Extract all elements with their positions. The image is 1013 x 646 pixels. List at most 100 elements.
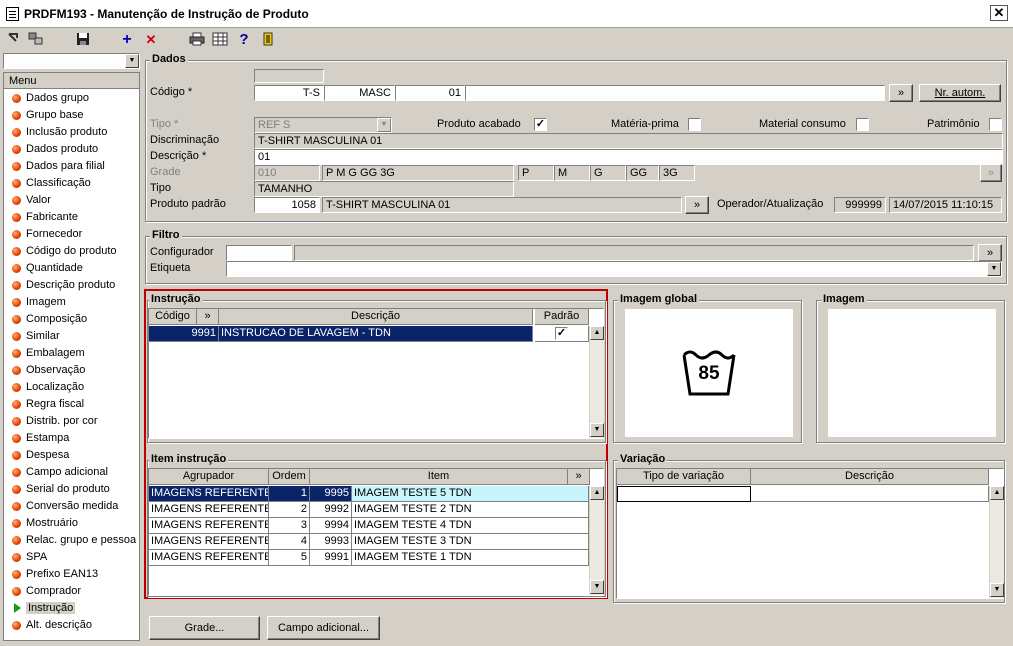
sidebar-item[interactable]: Comprador xyxy=(4,583,139,600)
sidebar-item[interactable]: Inclusão produto xyxy=(4,124,139,141)
instrucao-cell-padrao[interactable]: ✓ xyxy=(535,326,589,342)
grade-button[interactable]: Grade... xyxy=(149,616,260,640)
item-cell-item[interactable]: IMAGEM TESTE 3 TDN xyxy=(352,534,589,550)
scroll-up-icon[interactable]: ▲ xyxy=(590,486,604,500)
scroll-up-icon[interactable]: ▲ xyxy=(990,486,1004,500)
codigo-extra[interactable] xyxy=(465,85,885,101)
windows-icon[interactable] xyxy=(27,32,45,48)
item-cell-item[interactable]: IMAGEM TESTE 4 TDN xyxy=(352,518,589,534)
item-cell-agrupador[interactable]: IMAGENS REFERENTES xyxy=(149,486,269,502)
item-cell-codigo[interactable]: 9991 xyxy=(310,550,352,566)
col-tipo-variacao-header[interactable]: Tipo de variação xyxy=(617,469,751,485)
chevron-down-icon[interactable]: ▼ xyxy=(125,54,139,68)
configurador-input[interactable] xyxy=(226,245,292,261)
variacao-cell[interactable] xyxy=(751,486,989,502)
delete-icon[interactable]: ✕ xyxy=(142,32,160,48)
item-cell-codigo[interactable]: 9992 xyxy=(310,502,352,518)
variacao-scrollbar[interactable]: ▲ ▼ xyxy=(989,486,1004,598)
item-cell-ordem[interactable]: 2 xyxy=(269,502,310,518)
sidebar-item[interactable]: Localização xyxy=(4,379,139,396)
sidebar-item[interactable]: Estampa xyxy=(4,430,139,447)
item-cell-codigo[interactable]: 9993 xyxy=(310,534,352,550)
sidebar-item[interactable]: Conversão medida xyxy=(4,498,139,515)
grade-more-button[interactable]: » xyxy=(980,164,1002,182)
sidebar-item[interactable]: Despesa xyxy=(4,447,139,464)
sidebar-item[interactable]: Quantidade xyxy=(4,260,139,277)
col-more-header[interactable]: » xyxy=(568,469,590,485)
patrimonio-checkbox[interactable] xyxy=(989,118,1002,131)
sidebar-item[interactable]: Observação xyxy=(4,362,139,379)
col-codigo-header[interactable]: Código xyxy=(149,309,197,325)
sidebar-item[interactable]: Prefixo EAN13 xyxy=(4,566,139,583)
padrao-checkbox[interactable]: ✓ xyxy=(555,327,568,340)
variacao-cell[interactable] xyxy=(617,486,751,502)
item-cell-agrupador[interactable]: IMAGENS REFERENTES xyxy=(149,534,269,550)
item-cell-ordem[interactable]: 4 xyxy=(269,534,310,550)
sidebar-item[interactable]: Grupo base xyxy=(4,107,139,124)
sidebar-item[interactable]: Dados grupo xyxy=(4,90,139,107)
instrucao-scrollbar[interactable]: ▲ ▼ xyxy=(589,326,604,438)
col-descricao-header[interactable]: Descrição xyxy=(219,309,533,325)
save-icon[interactable] xyxy=(74,32,92,48)
sidebar-item[interactable]: Dados produto xyxy=(4,141,139,158)
chevron-down-icon[interactable]: ▼ xyxy=(987,262,1001,276)
add-icon[interactable]: + xyxy=(118,32,136,48)
sidebar-item[interactable]: Relac. grupo e pessoa xyxy=(4,532,139,549)
tipo-select[interactable]: REF S ▼ xyxy=(254,117,392,133)
sidebar-item[interactable]: Similar xyxy=(4,328,139,345)
sidebar-item[interactable]: Embalagem xyxy=(4,345,139,362)
sidebar-item[interactable]: Campo adicional xyxy=(4,464,139,481)
sidebar-item[interactable]: Fabricante xyxy=(4,209,139,226)
sidebar-item[interactable]: Imagem xyxy=(4,294,139,311)
campo-adicional-button[interactable]: Campo adicional... xyxy=(267,616,380,640)
item-cell-agrupador[interactable]: IMAGENS REFERENTES xyxy=(149,518,269,534)
codigo-part1[interactable]: T-S xyxy=(254,85,324,101)
scroll-down-icon[interactable]: ▼ xyxy=(990,583,1004,597)
item-scrollbar[interactable]: ▲ ▼ xyxy=(589,486,604,595)
exit-icon[interactable] xyxy=(259,32,277,48)
col-item-header[interactable]: Item xyxy=(310,469,568,485)
close-button[interactable]: ✕ xyxy=(990,5,1008,21)
sidebar-item[interactable]: Valor xyxy=(4,192,139,209)
instrucao-cell-descricao[interactable]: INSTRUCAO DE LAVAGEM - TDN xyxy=(219,326,533,342)
etiqueta-select[interactable]: ▼ xyxy=(226,261,1002,277)
produto-padrao-search-button[interactable]: » xyxy=(685,196,709,214)
item-cell-ordem[interactable]: 3 xyxy=(269,518,310,534)
item-cell-item[interactable]: IMAGEM TESTE 1 TDN xyxy=(352,550,589,566)
sidebar-item[interactable]: Composição xyxy=(4,311,139,328)
descricao-field[interactable]: 01 xyxy=(254,149,1003,165)
sidebar-item[interactable]: Classificação xyxy=(4,175,139,192)
col-ordem-header[interactable]: Ordem xyxy=(269,469,310,485)
help-icon[interactable]: ? xyxy=(235,32,253,48)
col-padrao-header[interactable]: Padrão xyxy=(535,309,589,325)
item-cell-agrupador[interactable]: IMAGENS REFERENTES xyxy=(149,502,269,518)
scroll-up-icon[interactable]: ▲ xyxy=(590,326,604,340)
item-cell-codigo[interactable]: 9994 xyxy=(310,518,352,534)
back-icon[interactable] xyxy=(5,32,23,48)
produto-acabado-checkbox[interactable]: ✓ xyxy=(534,118,547,131)
sidebar-item[interactable]: Alt. descrição xyxy=(4,617,139,634)
codigo-part2[interactable]: MASC xyxy=(324,85,395,101)
item-cell-ordem[interactable]: 5 xyxy=(269,550,310,566)
item-cell-agrupador[interactable]: IMAGENS REFERENTES xyxy=(149,550,269,566)
col-agrupador-header[interactable]: Agrupador xyxy=(149,469,269,485)
sidebar-item[interactable]: Distrib. por cor xyxy=(4,413,139,430)
sidebar-item[interactable]: Fornecedor xyxy=(4,226,139,243)
produto-padrao-code[interactable]: 1058 xyxy=(254,197,320,213)
codigo-search-button[interactable]: » xyxy=(889,84,913,102)
sidebar-item[interactable]: Serial do produto xyxy=(4,481,139,498)
sidebar-item[interactable]: Descrição produto xyxy=(4,277,139,294)
sidebar-item[interactable]: SPA xyxy=(4,549,139,566)
configurador-search-button[interactable]: » xyxy=(978,244,1002,262)
sidebar-item[interactable]: Código do produto xyxy=(4,243,139,260)
item-cell-codigo[interactable]: 9995 xyxy=(310,486,352,502)
instrucao-cell-codigo[interactable]: 9991 xyxy=(149,326,219,342)
item-cell-item[interactable]: IMAGEM TESTE 5 TDN xyxy=(352,486,589,502)
grid-icon[interactable] xyxy=(211,32,229,48)
sidebar-item[interactable]: Regra fiscal xyxy=(4,396,139,413)
codigo-part3[interactable]: 01 xyxy=(395,85,465,101)
nr-autom-button[interactable]: Nr. autom. xyxy=(919,84,1001,102)
scroll-down-icon[interactable]: ▼ xyxy=(590,423,604,437)
col-descricao-header[interactable]: Descrição xyxy=(751,469,989,485)
menu-combo[interactable]: ▼ xyxy=(3,53,140,69)
